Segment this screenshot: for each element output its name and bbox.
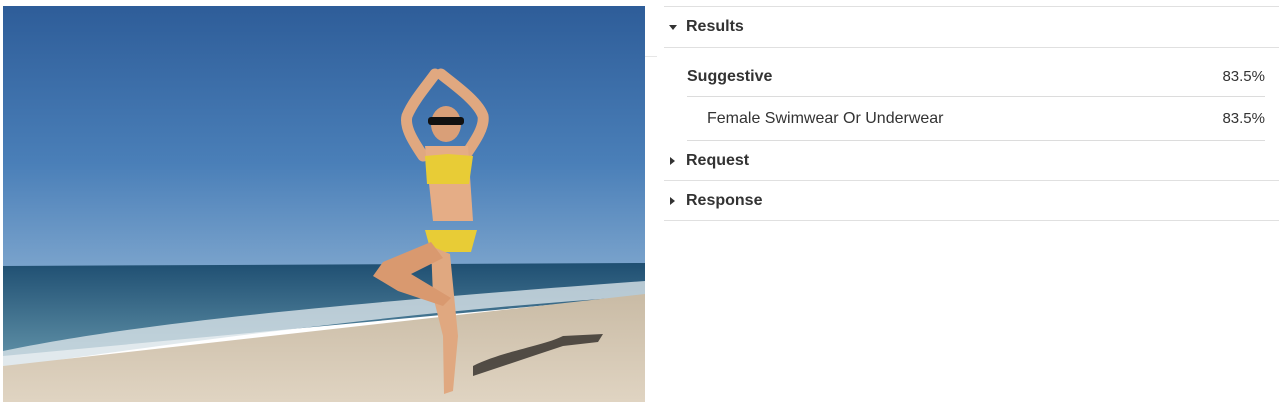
response-section-toggle[interactable]: Response <box>664 181 1279 221</box>
category-row: Suggestive 83.5% <box>687 48 1265 97</box>
response-heading: Response <box>686 191 763 209</box>
subcategory-row: Female Swimwear Or Underwear 83.5% <box>687 97 1265 141</box>
caret-down-icon <box>664 24 686 30</box>
caret-right-icon <box>664 156 686 165</box>
results-panel: Results Suggestive 83.5% Female Swimwear… <box>664 6 1279 221</box>
results-heading: Results <box>686 18 744 35</box>
divider <box>645 56 657 57</box>
analyzed-image <box>3 6 645 402</box>
caret-right-icon <box>664 196 686 205</box>
request-section-toggle[interactable]: Request <box>664 141 1279 181</box>
request-heading: Request <box>686 151 750 169</box>
category-confidence: 83.5% <box>1222 68 1265 85</box>
subcategory-confidence: 83.5% <box>1222 110 1265 127</box>
subcategory-label: Female Swimwear Or Underwear <box>707 109 944 127</box>
results-body: Suggestive 83.5% Female Swimwear Or Unde… <box>664 48 1279 141</box>
category-label: Suggestive <box>687 67 773 85</box>
results-section-toggle[interactable]: Results <box>664 7 1279 48</box>
